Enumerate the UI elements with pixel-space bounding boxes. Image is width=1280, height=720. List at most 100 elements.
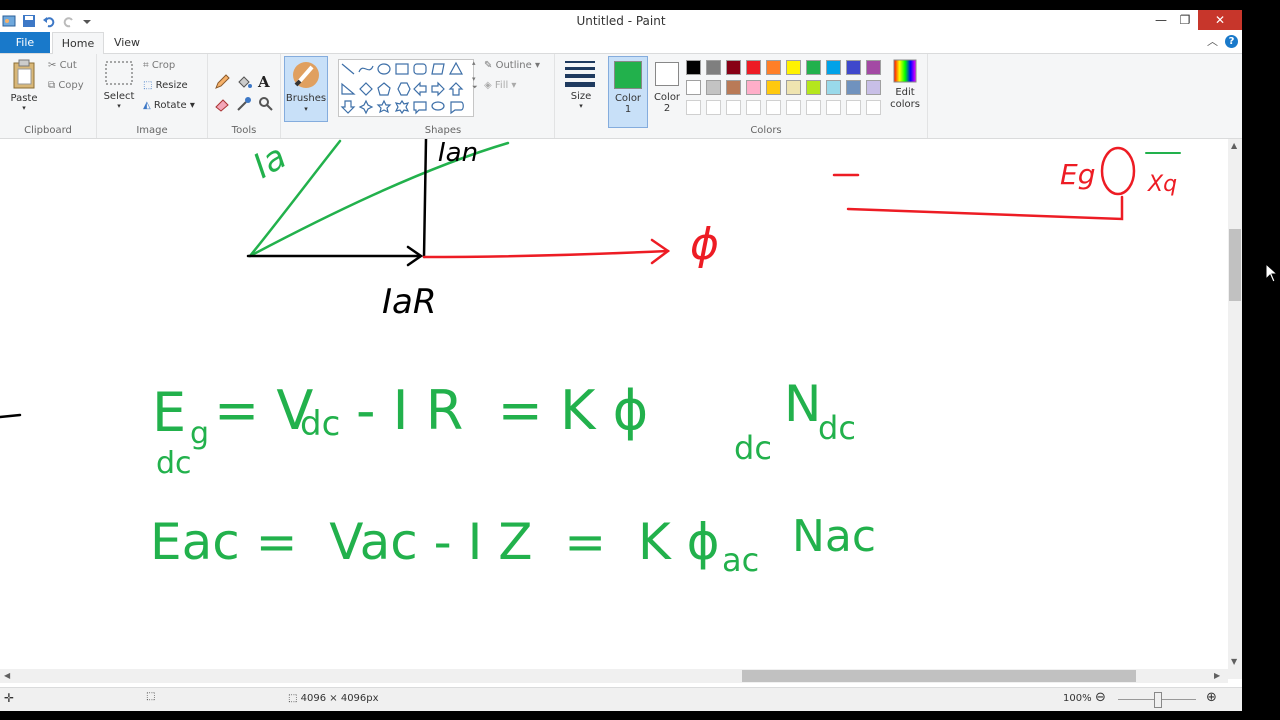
copy-button[interactable]: ⧉ Copy (48, 80, 84, 91)
palette-swatch[interactable] (686, 100, 701, 115)
fill-bucket-icon[interactable] (236, 74, 252, 90)
size-group: Size ▾ (555, 54, 605, 138)
colors-group: Color 1 Color 2 Edit colors Colors (605, 54, 928, 138)
palette-swatch[interactable] (746, 80, 761, 95)
horizontal-scroll-thumb[interactable] (742, 670, 1136, 682)
palette-swatch[interactable] (846, 80, 861, 95)
palette-swatch[interactable] (766, 100, 781, 115)
palette-swatch[interactable] (706, 100, 721, 115)
outline-button[interactable]: ✎ Outline ▾ (484, 60, 540, 71)
ribbon-tabs: File Home View ︿ ? (0, 32, 1242, 54)
restore-button[interactable]: ❐ (1170, 10, 1200, 30)
palette-swatch[interactable] (826, 80, 841, 95)
magnifier-icon[interactable] (258, 96, 274, 112)
zoom-level: 100% (1063, 693, 1092, 704)
resize-label: Resize (155, 80, 188, 91)
pencil-icon[interactable] (214, 74, 230, 90)
status-bar: ✛ ⬚ ⬚ 4096 × 4096px 100% ⊖ ⊕ (0, 687, 1242, 711)
palette-swatch[interactable] (706, 60, 721, 75)
title-bar: Untitled - Paint — ❐ ✕ (0, 10, 1242, 33)
clipboard-group: Paste ▾ ✂ Cut ⧉ Copy Clipboard (0, 54, 97, 138)
vertical-scroll-thumb[interactable] (1229, 229, 1241, 301)
zoom-slider-thumb[interactable] (1154, 692, 1162, 708)
palette-swatch[interactable] (746, 100, 761, 115)
collapse-ribbon-icon[interactable]: ︿ (1207, 33, 1218, 49)
copy-label: Copy (58, 80, 84, 91)
color1-button[interactable]: Color 1 (608, 56, 648, 128)
palette-swatch[interactable] (726, 100, 741, 115)
shapes-gallery[interactable] (338, 59, 474, 117)
text-tool-icon[interactable]: A (258, 73, 270, 91)
brushes-group: Brushes ▾ (281, 54, 331, 138)
zoom-out-button[interactable]: ⊖ (1095, 690, 1106, 705)
clipboard-group-label: Clipboard (24, 125, 72, 136)
palette-swatch[interactable] (846, 60, 861, 75)
edit-colors-button[interactable]: Edit colors (887, 58, 923, 111)
palette-swatch[interactable] (786, 100, 801, 115)
ia-top-label: Ia (247, 139, 294, 187)
palette-swatch[interactable] (866, 80, 881, 95)
rainbow-icon (893, 59, 917, 83)
palette-swatch[interactable] (746, 60, 761, 75)
eq1-eq-v: = V (214, 379, 313, 442)
zoom-in-button[interactable]: ⊕ (1206, 690, 1217, 705)
cut-button[interactable]: ✂ Cut (48, 60, 77, 71)
palette-swatch[interactable] (766, 80, 781, 95)
canvas-drawing[interactable]: Ia Ian IaR ϕ Eg Xq E g dc = V dc - I R =… (0, 139, 1228, 679)
eraser-icon[interactable] (214, 96, 230, 112)
brushes-button[interactable]: Brushes ▾ (284, 56, 328, 122)
paste-button[interactable]: Paste ▾ (6, 58, 42, 112)
palette-swatch[interactable] (726, 60, 741, 75)
line-size-icon (565, 61, 595, 87)
select-icon (105, 61, 133, 85)
ian-label: Ian (438, 139, 478, 168)
scroll-up-arrow[interactable]: ▲ (1231, 141, 1237, 150)
size-button[interactable]: Size ▾ (561, 58, 601, 122)
palette-swatch[interactable] (786, 80, 801, 95)
eq2-rhs: Nac (792, 511, 876, 562)
crop-button[interactable]: ⌗ Crop (143, 60, 175, 71)
brushes-label: Brushes (285, 93, 327, 104)
drawing-canvas[interactable]: Ia Ian IaR ϕ Eg Xq E g dc = V dc - I R =… (0, 139, 1228, 679)
vertical-scrollbar[interactable]: ▲ ▼ (1228, 139, 1242, 679)
palette-swatch[interactable] (686, 80, 701, 95)
palette-swatch[interactable] (846, 100, 861, 115)
select-button[interactable]: Select ▾ (103, 58, 135, 110)
resize-button[interactable]: ⬚ Resize (143, 80, 188, 91)
color-picker-icon[interactable] (236, 96, 252, 112)
palette-swatch[interactable] (866, 60, 881, 75)
tools-group: A Tools (208, 54, 281, 138)
brush-icon (293, 62, 319, 88)
scroll-left-arrow[interactable]: ◀ (4, 671, 10, 680)
eq1-vdc-sub: dc (300, 404, 340, 444)
palette-swatch[interactable] (826, 100, 841, 115)
fill-button[interactable]: ◈ Fill ▾ (484, 80, 516, 91)
palette-swatch[interactable] (766, 60, 781, 75)
tab-file[interactable]: File (0, 32, 50, 53)
eq2-phi-sub: ac (722, 541, 759, 579)
palette-swatch[interactable] (726, 80, 741, 95)
scroll-down-arrow[interactable]: ▼ (1231, 657, 1237, 666)
shapes-scroll-arrows[interactable]: ▴ ▾ ⏷ (472, 59, 478, 92)
palette-swatch[interactable] (686, 60, 701, 75)
palette-swatch[interactable] (806, 80, 821, 95)
tab-view[interactable]: View (106, 32, 148, 53)
palette-swatch[interactable] (806, 100, 821, 115)
rotate-button[interactable]: ◭ Rotate ▾ (143, 100, 195, 111)
paint-window: Untitled - Paint — ❐ ✕ File Home View ︿ … (0, 10, 1242, 711)
close-button[interactable]: ✕ (1198, 10, 1242, 30)
scroll-right-arrow[interactable]: ▶ (1214, 671, 1220, 680)
horizontal-scrollbar[interactable]: ◀ ▶ (0, 669, 1228, 683)
palette-swatch[interactable] (866, 100, 881, 115)
phi-label: ϕ (690, 219, 719, 270)
cut-label: Cut (59, 60, 77, 71)
fill-icon: ◈ (484, 80, 492, 91)
help-icon[interactable]: ? (1225, 35, 1238, 48)
palette-swatch[interactable] (706, 80, 721, 95)
color2-button[interactable]: Color 2 (649, 56, 685, 126)
palette-swatch[interactable] (806, 60, 821, 75)
tab-home[interactable]: Home (52, 32, 104, 54)
palette-swatch[interactable] (786, 60, 801, 75)
palette-swatch[interactable] (826, 60, 841, 75)
eg-label: Eg (1060, 158, 1095, 191)
